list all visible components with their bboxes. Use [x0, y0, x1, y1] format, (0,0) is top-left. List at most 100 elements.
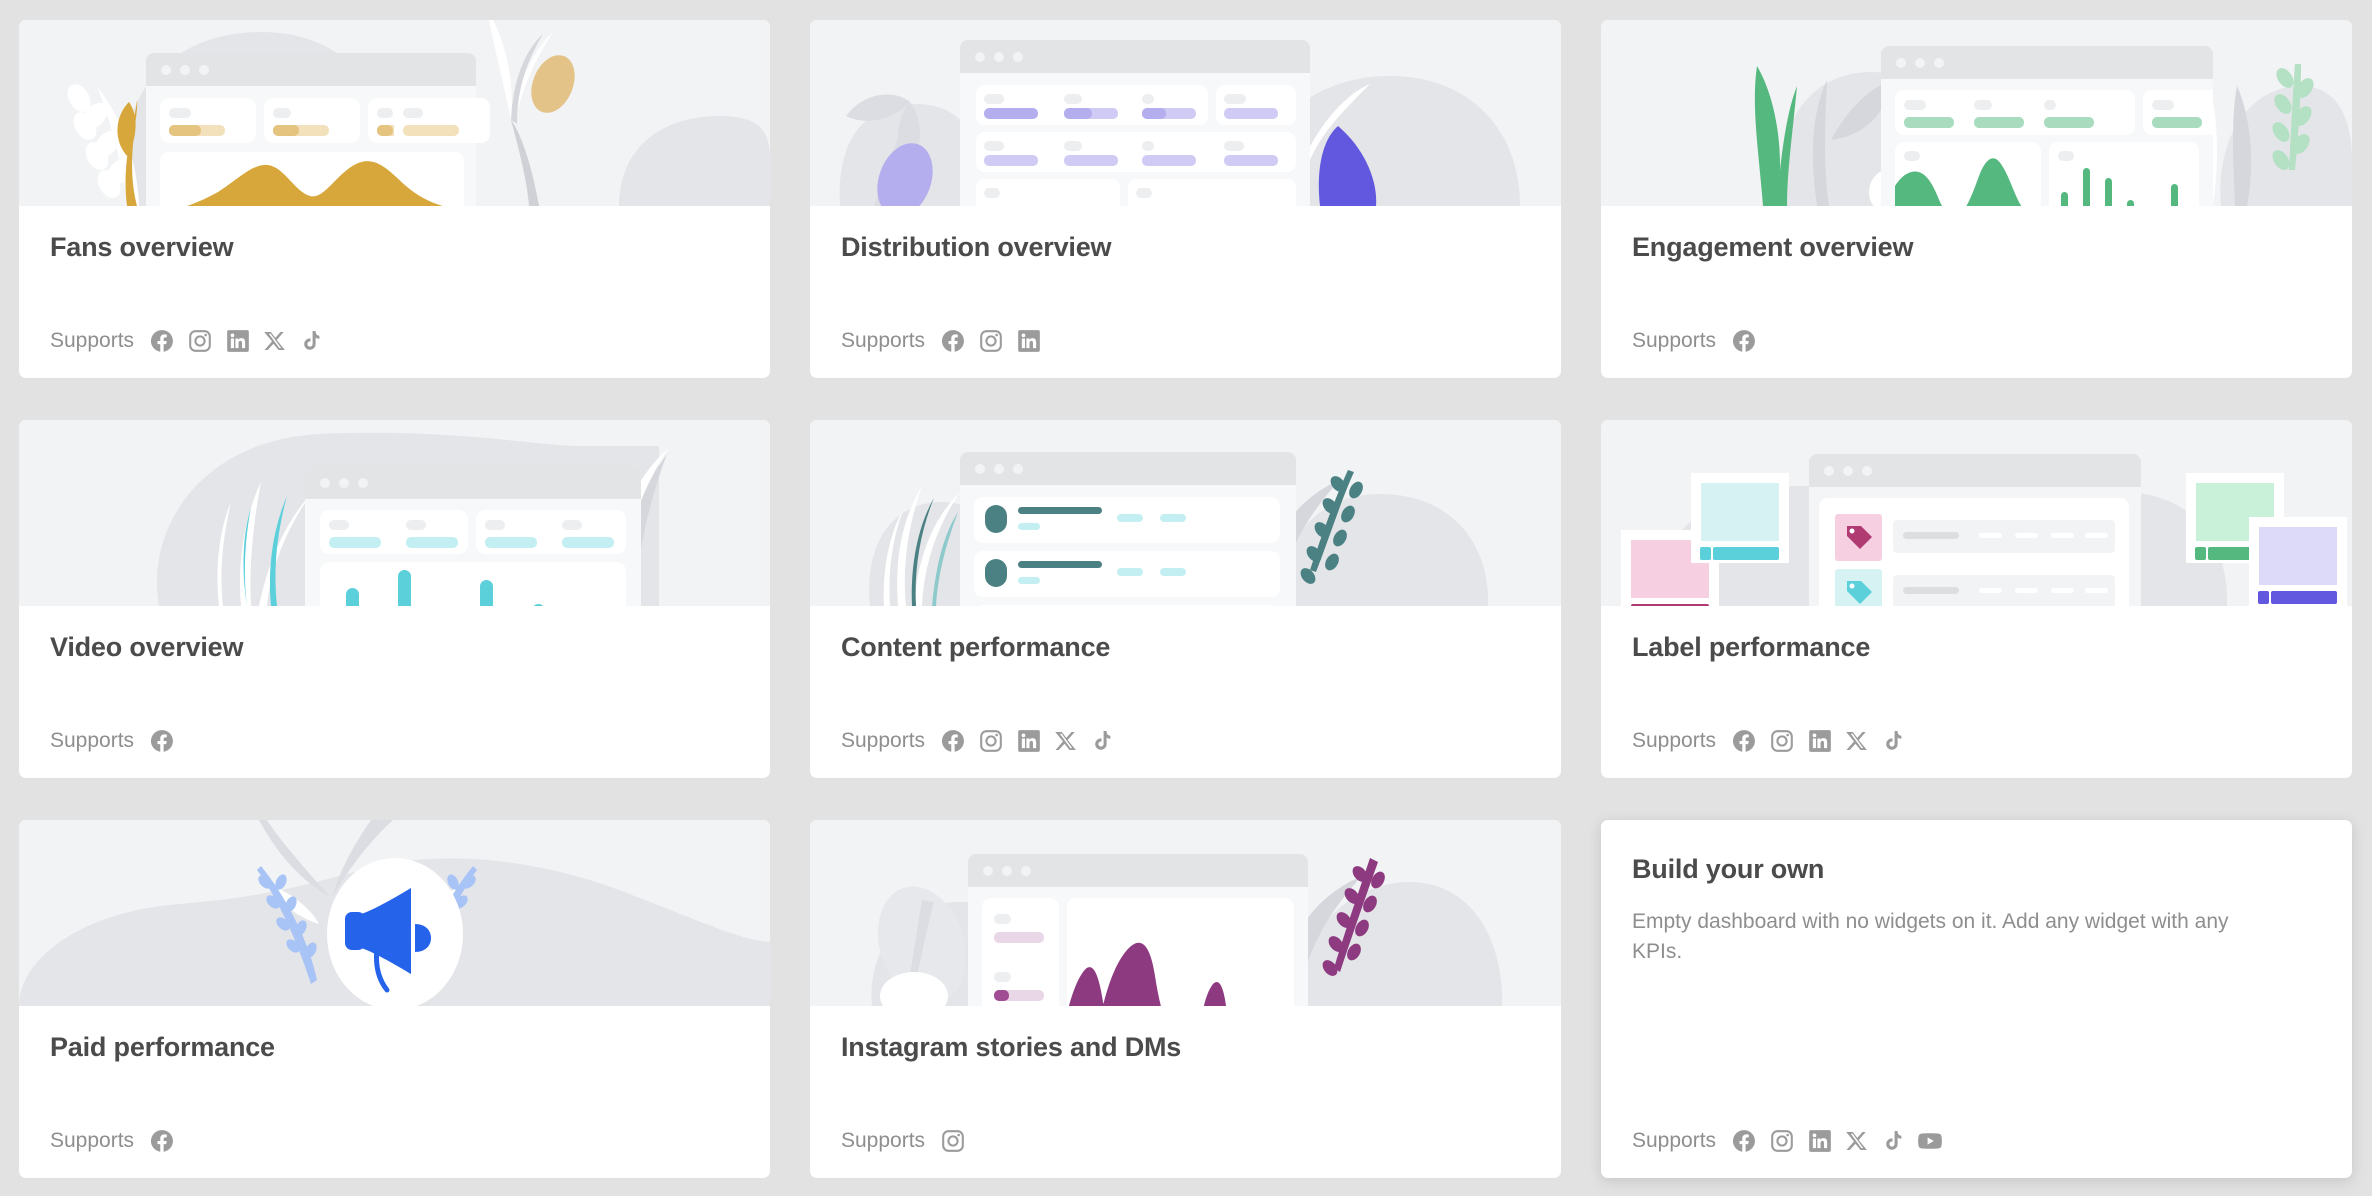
illustration-placeholder-label	[1142, 141, 1154, 151]
illustration-metric-chip	[1160, 514, 1186, 522]
illustration-kpi-bar	[329, 537, 381, 548]
illustration-text-line	[1018, 577, 1040, 584]
illustration-placeholder-label	[329, 520, 349, 530]
facebook-icon	[1733, 1130, 1755, 1152]
facebook-icon	[151, 730, 173, 752]
dashboard-template-card-content-performance[interactable]: Content performance Supports	[810, 420, 1561, 778]
illustration-chart-panel	[1067, 898, 1294, 1006]
illustration-label-chip	[1713, 547, 1779, 560]
card-supports-row: Supports	[841, 304, 1042, 378]
illustration-placeholder-label	[1142, 94, 1154, 104]
dashboard-template-card-fans-overview[interactable]: Fans overview Supports	[19, 20, 770, 378]
card-body: Content performance	[810, 606, 1561, 663]
card-title: Fans overview	[50, 232, 234, 262]
instagram-icon	[942, 1130, 964, 1152]
illustration-photo-tile	[2249, 517, 2347, 606]
illustration-kpi-bar	[1904, 117, 1954, 128]
dashboard-template-card-engagement-overview[interactable]: Engagement overview Supports	[1601, 20, 2352, 378]
illustration-tag-swatch	[1835, 569, 1882, 606]
window-dot	[1843, 465, 1853, 476]
illustration-kpi-panel	[2143, 90, 2213, 135]
illustration-kpi-bar	[403, 125, 459, 136]
illustration-area-chart	[186, 161, 443, 206]
card-body: Label performance	[1601, 606, 2352, 663]
linkedin-icon	[1018, 330, 1040, 352]
card-body: Paid performance	[19, 1006, 770, 1063]
illustration-metric-chip	[2015, 533, 2038, 538]
illustration-table-panel	[1819, 498, 2129, 606]
dashboard-template-card-label-performance[interactable]: Label performance Supports	[1601, 420, 2352, 778]
illustration-paid-performance	[19, 820, 770, 1006]
illustration-placeholder-label	[984, 94, 1004, 104]
illustration-label-chip	[1631, 604, 1709, 606]
illustration-window-instagram	[968, 854, 1308, 1006]
illustration-kpi-bar	[1064, 155, 1118, 166]
supports-label: Supports	[1632, 329, 1717, 352]
card-title: Video overview	[50, 632, 244, 662]
window-dot	[994, 463, 1004, 474]
x-twitter-icon	[1846, 732, 1867, 750]
illustration-window-titlebar	[1881, 46, 2213, 79]
supports-label: Supports	[841, 1129, 926, 1152]
card-title: Content performance	[841, 632, 1111, 662]
illustration-window-distribution	[960, 40, 1310, 206]
illustration-placeholder-label	[994, 972, 1011, 982]
illustration-kpi-bar	[562, 537, 614, 548]
illustration-kpi-bar-fill	[1064, 108, 1092, 119]
illustration-metric-chip	[1979, 588, 2002, 593]
illustration-kpi-bar	[1142, 155, 1196, 166]
illustration-placeholder-label	[994, 914, 1011, 924]
illustration-placeholder-label	[377, 108, 393, 118]
linkedin-icon	[1018, 730, 1040, 752]
illustration-placeholder-label	[1224, 141, 1244, 151]
illustration-avatar	[985, 505, 1007, 533]
illustration-placeholder-label	[2058, 151, 2074, 161]
illustration-content-row	[974, 605, 1280, 606]
illustration-kpi-bar	[1224, 155, 1278, 166]
facebook-icon	[151, 330, 173, 352]
card-supports-row: Supports	[50, 1104, 175, 1178]
card-thumbnail-content-performance	[810, 420, 1561, 606]
facebook-icon	[942, 330, 964, 352]
dashboard-template-card-instagram-stories-and-dms[interactable]: Instagram stories and DMs Supports	[810, 820, 1561, 1178]
illustration-kpi-bar	[994, 932, 1044, 943]
tag-icon	[1847, 526, 1872, 549]
illustration-chart-panel	[320, 562, 626, 606]
illustration-placeholder-label	[1224, 94, 1246, 104]
dashboard-template-card-video-overview[interactable]: Video overview Supports	[19, 420, 770, 778]
illustration-placeholder-label	[984, 188, 1000, 198]
window-dot	[339, 477, 349, 488]
dashboard-template-card-paid-performance[interactable]: Paid performance Supports	[19, 820, 770, 1178]
illustration-metric-chip	[1160, 568, 1186, 576]
illustration-placeholder-label	[403, 108, 423, 118]
instagram-icon	[1771, 1130, 1793, 1152]
illustration-tag-icon	[2195, 547, 2206, 560]
card-supports-row: Supports	[841, 704, 1114, 778]
illustration-chart-panel	[2049, 142, 2199, 206]
facebook-icon	[151, 1130, 173, 1152]
card-thumbnail-video-overview	[19, 420, 770, 606]
card-supports-row: Supports	[1632, 704, 1905, 778]
card-body: Instagram stories and DMs	[810, 1006, 1561, 1063]
window-dot	[161, 64, 171, 75]
dashboard-template-card-build-your-own[interactable]: Build your own Empty dashboard with no w…	[1601, 820, 2352, 1178]
tiktok-icon	[1095, 731, 1111, 750]
window-dot	[1013, 463, 1023, 474]
dashboard-template-card-distribution-overview[interactable]: Distribution overview Supports	[810, 20, 1561, 378]
card-thumbnail-distribution-overview	[810, 20, 1561, 206]
card-title: Engagement overview	[1632, 232, 1914, 262]
card-thumbnail-label-performance	[1601, 420, 2352, 606]
illustration-placeholder-label	[485, 520, 505, 530]
card-body: Engagement overview	[1601, 206, 2352, 263]
illustration-tag-icon	[2258, 591, 2269, 604]
facebook-icon	[1733, 330, 1755, 352]
window-dot	[975, 463, 985, 474]
card-thumbnail-instagram-stories-and-dms	[810, 820, 1561, 1006]
card-body: Distribution overview	[810, 206, 1561, 263]
illustration-kpi-panel	[476, 510, 626, 554]
card-supports-row: Supports	[841, 1104, 966, 1178]
illustration-table-row	[1893, 520, 2115, 553]
supports-label: Supports	[841, 729, 926, 752]
illustration-sidebar-panel	[982, 898, 1059, 1006]
card-supports-row: Supports	[50, 304, 323, 378]
